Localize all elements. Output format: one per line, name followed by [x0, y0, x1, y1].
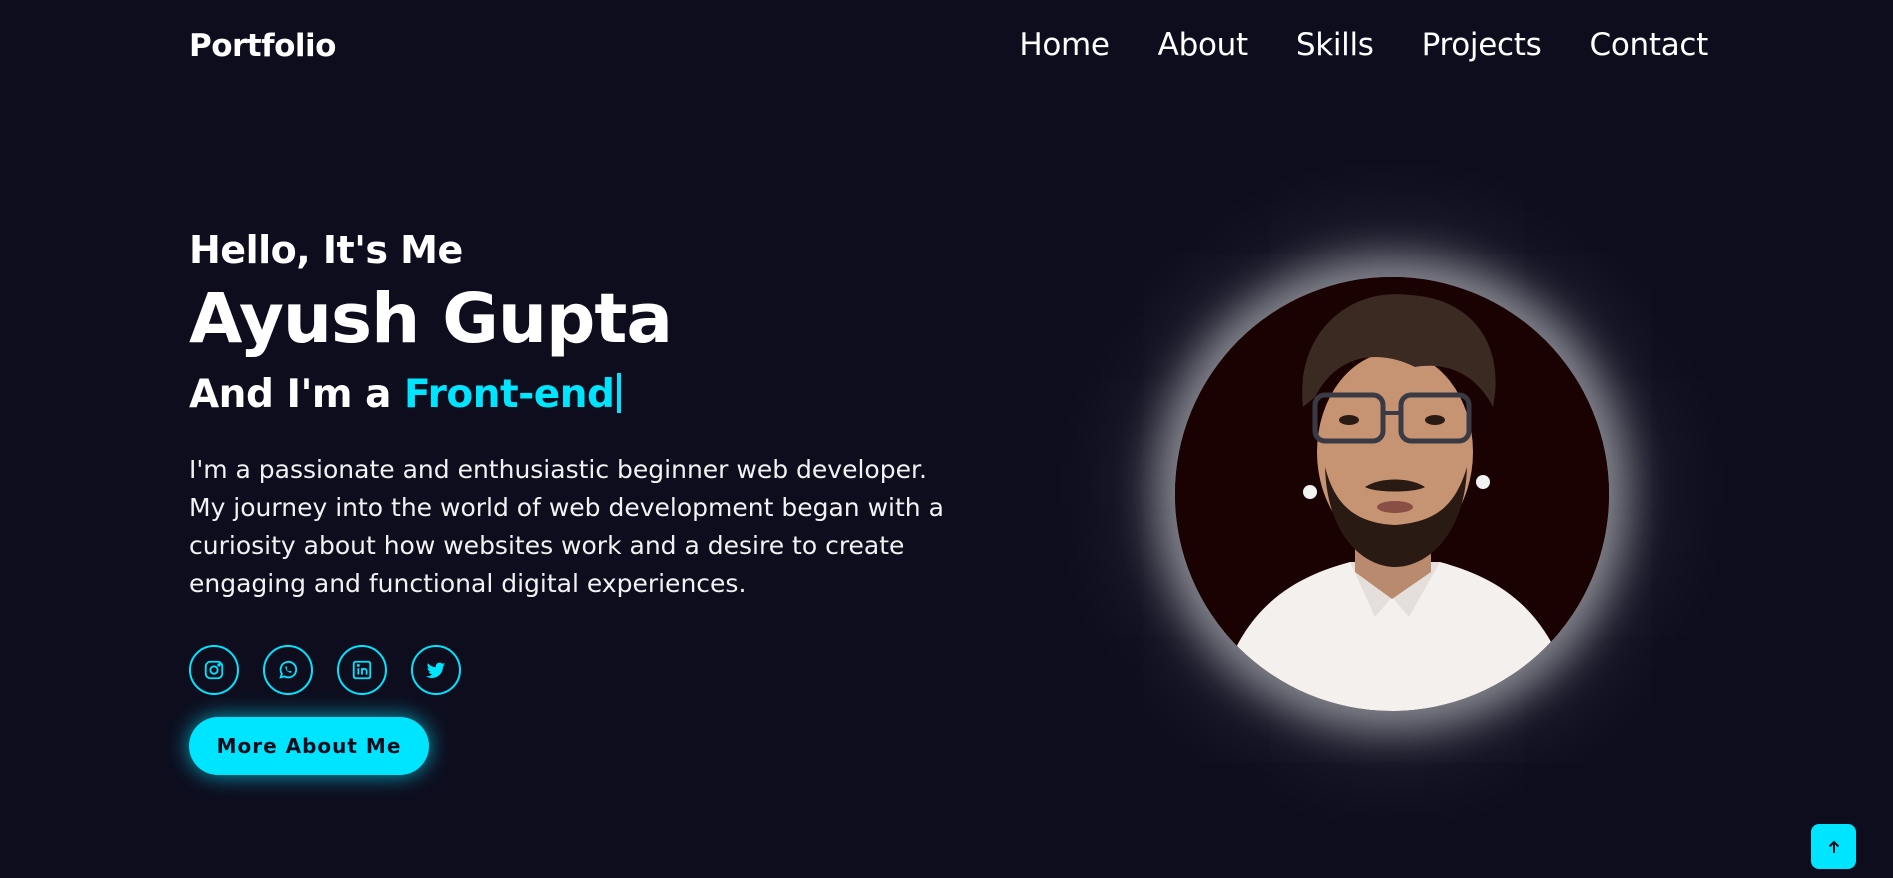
twitter-icon — [425, 662, 446, 678]
profile-photo — [1175, 277, 1609, 711]
typing-cursor — [617, 372, 622, 413]
main-nav: Home About Skills Projects Contact — [1019, 27, 1708, 63]
logo[interactable]: Portfolio — [189, 28, 336, 64]
site-header: Portfolio Home About Skills Projects Con… — [0, 0, 1893, 96]
social-links — [189, 644, 989, 695]
whatsapp-link[interactable] — [263, 644, 313, 695]
instagram-icon — [204, 660, 224, 680]
more-about-me-button[interactable]: More About Me — [189, 716, 429, 775]
whatsapp-icon — [279, 660, 298, 679]
arrow-up-icon — [1828, 840, 1839, 853]
twitter-link[interactable] — [411, 644, 461, 695]
bio-text: I'm a passionate and enthusiastic beginn… — [189, 454, 944, 598]
hero-section: Hello, It's Me Ayush Gupta And I'm a Fro… — [189, 228, 989, 775]
nav-contact[interactable]: Contact — [1589, 27, 1708, 63]
profile-photo-image — [1175, 277, 1609, 711]
nav-skills[interactable]: Skills — [1296, 27, 1374, 63]
role-line: And I'm a Front-end — [189, 372, 989, 417]
role-typed-text: Front-end — [404, 371, 615, 417]
linkedin-icon — [352, 660, 372, 680]
role-prefix: And I'm a — [189, 371, 405, 417]
instagram-link[interactable] — [189, 644, 239, 695]
scroll-to-top-button[interactable] — [1811, 824, 1856, 869]
nav-about[interactable]: About — [1158, 27, 1248, 63]
greeting: Hello, It's Me — [189, 228, 463, 272]
nav-home[interactable]: Home — [1019, 27, 1110, 63]
linkedin-link[interactable] — [337, 644, 387, 695]
nav-projects[interactable]: Projects — [1422, 27, 1542, 63]
hero-name: Ayush Gupta — [189, 279, 673, 359]
